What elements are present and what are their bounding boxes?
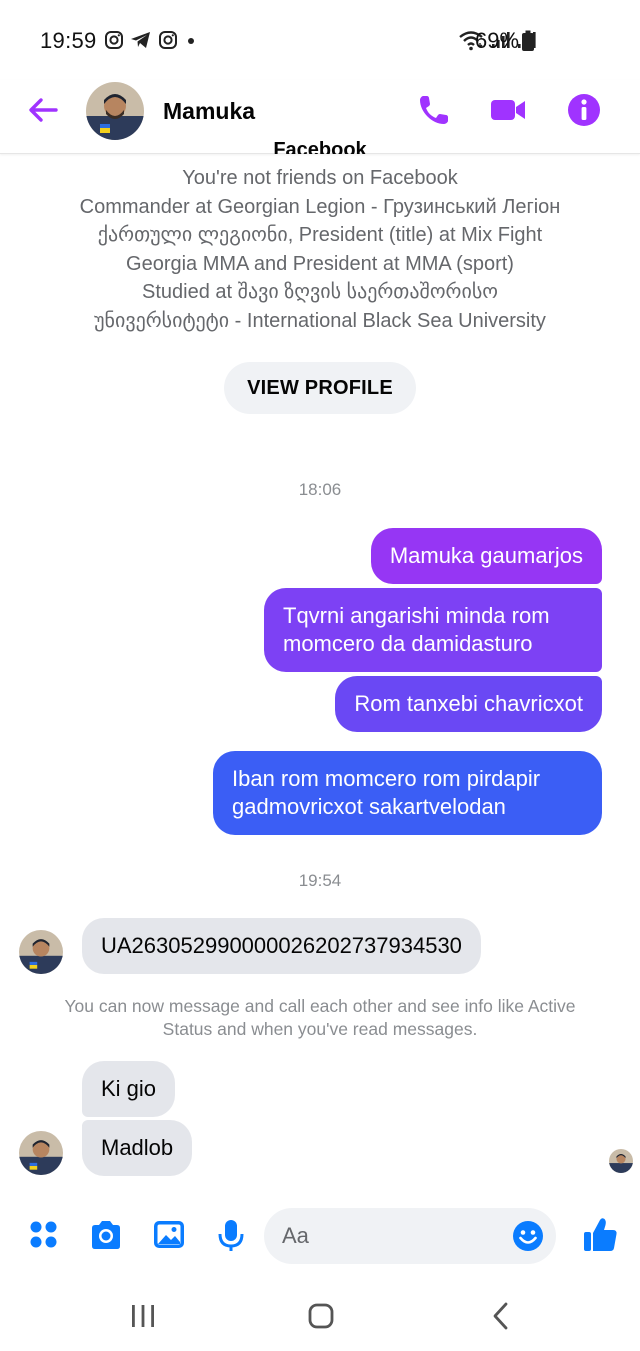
outgoing-message[interactable]: Mamuka gaumarjos	[370, 528, 602, 584]
info-button[interactable]	[564, 90, 604, 130]
incoming-message[interactable]: Ki gio	[82, 1061, 176, 1117]
gallery-button[interactable]	[152, 1218, 186, 1252]
message-timestamp: 18:06	[298, 480, 342, 499]
outgoing-message[interactable]: Tqvrni angarishi minda rom momcero da da…	[264, 588, 602, 672]
emoji-button[interactable]	[512, 1220, 544, 1252]
more-actions-button[interactable]	[27, 1218, 61, 1252]
outgoing-message[interactable]: Rom tanxebi chavricxot	[335, 676, 602, 732]
four-dots-icon	[30, 1221, 57, 1248]
sender-avatar[interactable]	[19, 930, 63, 974]
voice-message-button[interactable]	[214, 1218, 248, 1252]
info-icon	[568, 94, 600, 126]
microphone-icon	[218, 1220, 244, 1251]
home-icon	[308, 1303, 334, 1329]
recent-apps-icon	[132, 1305, 154, 1327]
notification-dot-icon	[184, 30, 198, 55]
profile-cut-text: Facebook	[273, 139, 367, 154]
profile-info-card: Facebook You're not friends on Facebook …	[0, 139, 640, 335]
back-nav-button[interactable]	[481, 1296, 521, 1336]
camera-button[interactable]	[88, 1218, 122, 1252]
contact-name[interactable]: Mamuka	[163, 98, 255, 125]
video-camera-icon	[491, 100, 525, 120]
back-button[interactable]	[26, 94, 66, 126]
battery-percent: 69%	[475, 28, 520, 53]
camera-icon	[92, 1221, 120, 1249]
message-input[interactable]	[282, 1220, 502, 1252]
battery-icon	[521, 30, 535, 57]
thumbs-up-icon	[584, 1218, 617, 1251]
system-navigation-bar	[0, 1276, 640, 1351]
incoming-message[interactable]: Madlob	[82, 1120, 193, 1176]
message-composer	[0, 1200, 640, 1276]
system-notice: You can now message and call each other …	[64, 996, 576, 1039]
profile-friend-status: You're not friends on Facebook	[182, 167, 458, 189]
view-profile-button[interactable]: VIEW PROFILE	[224, 362, 416, 414]
profile-detail-line: Commander at Georgian Legion - Грузинськ…	[79, 195, 561, 218]
chevron-left-icon	[493, 1302, 508, 1330]
instagram-icon	[104, 30, 124, 55]
status-bar: 19:59 69%	[0, 0, 640, 80]
incoming-message[interactable]: UA263052990000026202737934530	[82, 918, 481, 974]
telegram-icon	[130, 30, 152, 55]
image-icon	[154, 1221, 184, 1248]
instagram-icon	[158, 30, 178, 55]
read-receipt-avatar	[609, 1149, 633, 1173]
sender-avatar[interactable]	[19, 1131, 63, 1175]
message-timestamp: 19:54	[298, 871, 342, 890]
video-call-button[interactable]	[488, 90, 528, 130]
back-arrow-icon	[29, 98, 58, 122]
voice-call-button[interactable]	[414, 90, 454, 130]
profile-detail-line: Studied at შავი ზღვის საერთაშორისო	[141, 281, 498, 303]
message-input-container[interactable]	[264, 1208, 556, 1264]
home-button[interactable]	[301, 1296, 341, 1336]
profile-detail-line: ქართული ლეგიონი, President (title) at Mi…	[97, 224, 543, 246]
like-button[interactable]	[582, 1216, 618, 1254]
phone-icon	[420, 96, 448, 124]
outgoing-message[interactable]: Iban rom momcero rom pirdapir gadmovricx…	[213, 751, 602, 835]
profile-detail-line: უნივერსიტეტი - International Black Sea U…	[94, 309, 546, 332]
status-time: 19:59	[40, 28, 97, 53]
smiley-icon	[513, 1221, 543, 1251]
contact-avatar[interactable]	[86, 82, 144, 140]
profile-detail-line: Georgia MMA and President at MMA (sport)	[126, 252, 514, 275]
recent-apps-button[interactable]	[123, 1296, 163, 1336]
